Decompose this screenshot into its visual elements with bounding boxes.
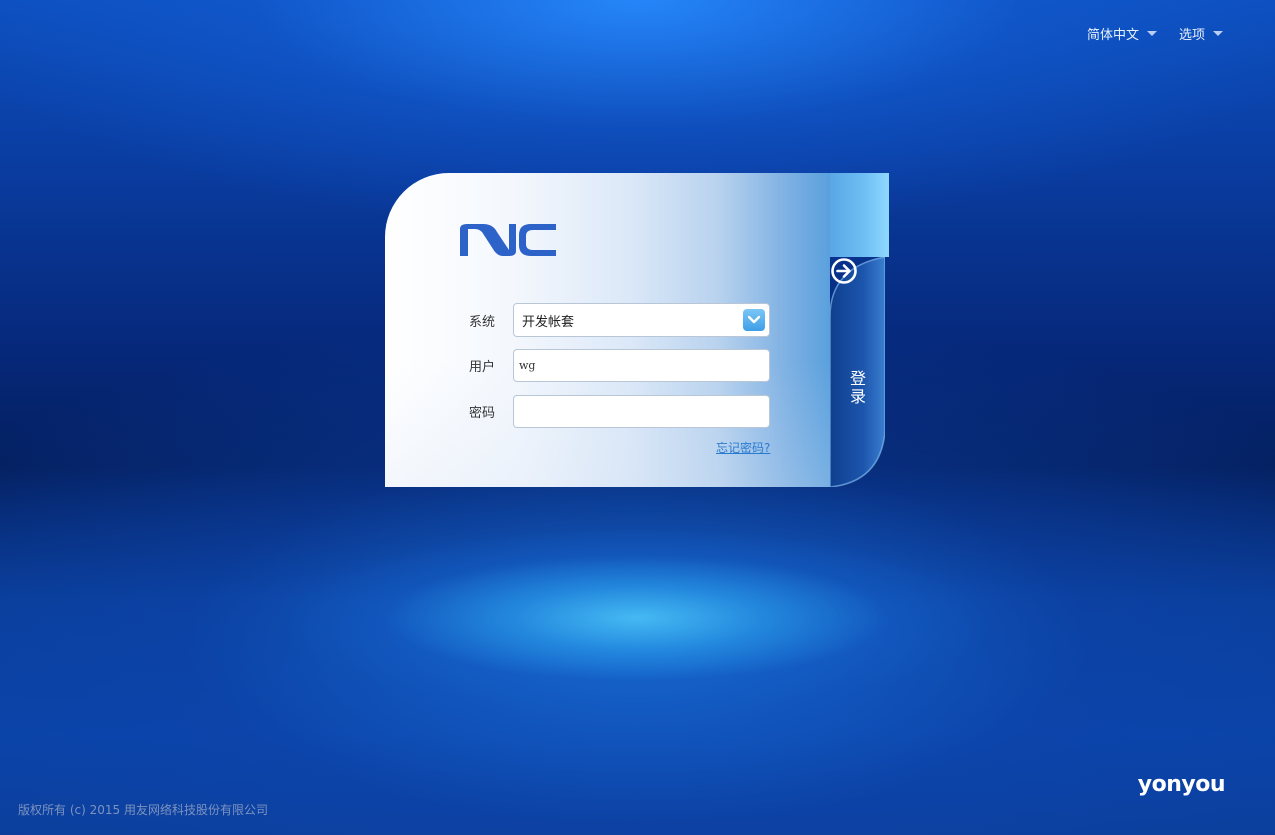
- language-menu[interactable]: 简体中文: [1087, 24, 1157, 43]
- top-menu-bar: 简体中文 选项: [1087, 24, 1223, 43]
- password-label: 密码: [469, 406, 496, 421]
- password-row: 密码: [469, 395, 770, 428]
- user-label: 用户: [469, 360, 496, 375]
- user-input-value: wg: [519, 359, 536, 372]
- yonyou-logo: yonyou: [1137, 772, 1226, 797]
- caret-down-icon: [1146, 31, 1157, 36]
- nc-logo: NC: [460, 224, 556, 256]
- caret-down-icon: [1213, 31, 1223, 36]
- forgot-password-link[interactable]: 忘记密码?: [716, 439, 770, 456]
- system-label: 系统: [469, 314, 496, 330]
- options-menu[interactable]: 选项: [1179, 24, 1223, 43]
- arrow-right-circle-icon: [831, 258, 857, 284]
- password-input[interactable]: [513, 395, 770, 428]
- copyright-text: 版权所有 (c) 2015 用友网络科技股份有限公司: [18, 803, 268, 817]
- login-button-label: 登录: [850, 369, 867, 406]
- language-label: 简体中文: [1086, 28, 1139, 43]
- login-button[interactable]: 登录: [830, 257, 885, 487]
- system-select[interactable]: 开发帐套: [513, 303, 770, 337]
- user-row: 用户 wg: [469, 349, 770, 382]
- options-label: 选项: [1178, 28, 1205, 43]
- chevron-down-icon[interactable]: [743, 309, 765, 331]
- user-input[interactable]: wg: [513, 349, 770, 382]
- system-select-value: 开发帐套: [522, 314, 575, 330]
- login-card-accent: [830, 173, 889, 257]
- system-row: 系统 开发帐套: [469, 303, 770, 337]
